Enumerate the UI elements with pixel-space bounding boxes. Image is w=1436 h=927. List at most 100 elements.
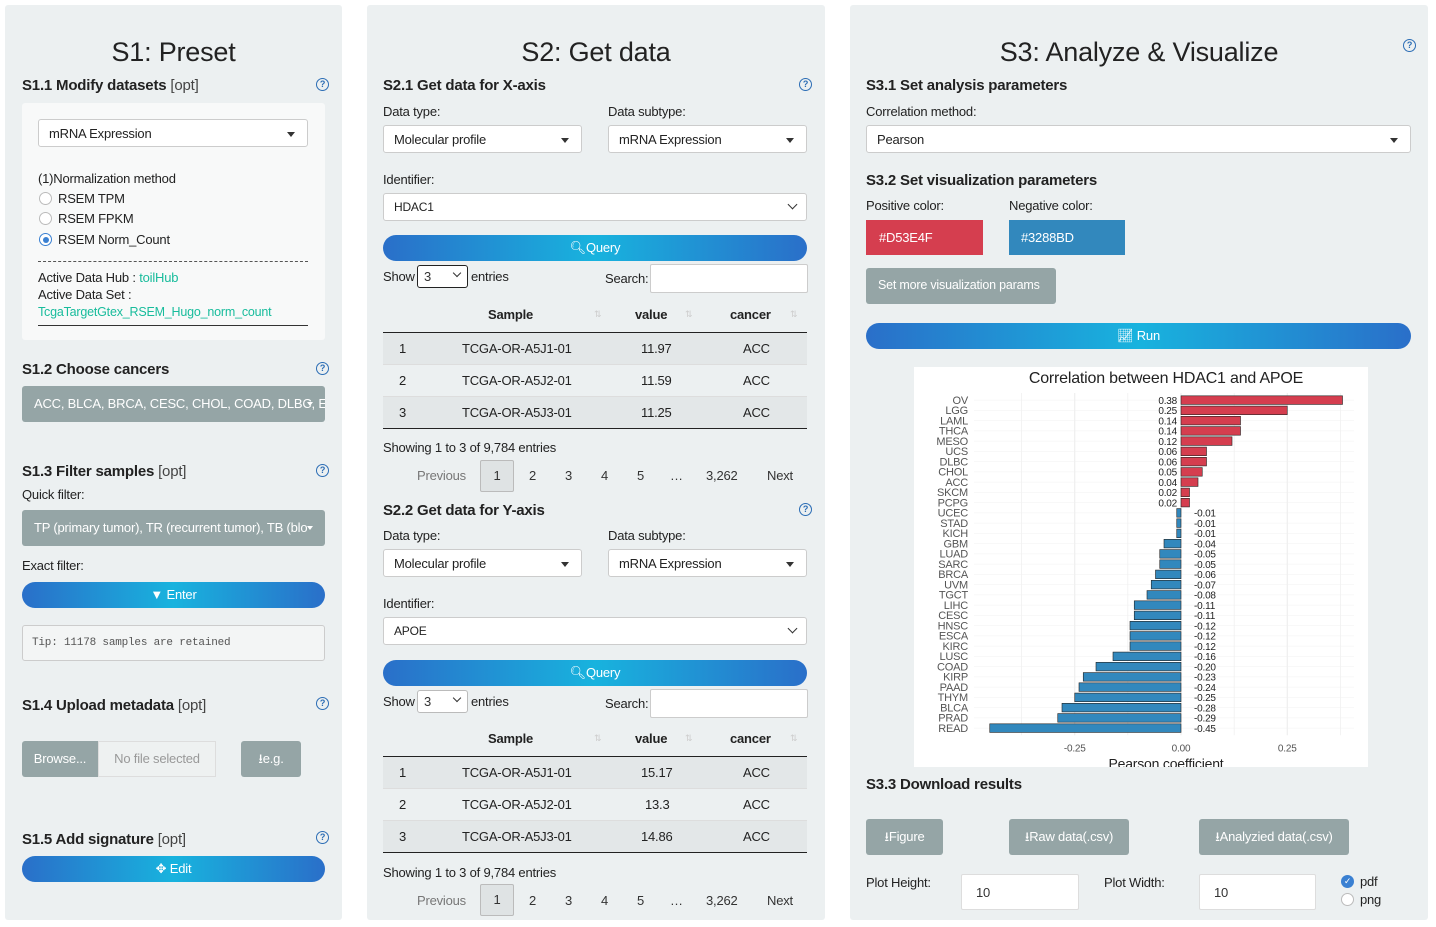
- y-data-type-select[interactable]: Molecular profile: [383, 549, 582, 577]
- table-row[interactable]: 3 TCGA-OR-A5J3-01 14.86 ACC: [383, 820, 807, 852]
- cancer-select[interactable]: ACC, BLCA, BRCA, CESC, CHOL, COAD, DLBC,…: [22, 386, 325, 422]
- edit-signature-button[interactable]: ✥ Edit: [22, 856, 325, 882]
- y-page-2[interactable]: 2: [529, 893, 536, 908]
- more-visualization-params-button[interactable]: Set more visualization params: [866, 268, 1056, 304]
- x-page-last[interactable]: 3,262: [706, 468, 738, 483]
- negative-color-label: Negative color:: [1009, 198, 1093, 213]
- x-page-1[interactable]: 1: [480, 460, 514, 492]
- y-query-button[interactable]: 🔍︎Query: [383, 660, 807, 686]
- plot-width-input[interactable]: 10: [1199, 874, 1316, 910]
- y-page-next[interactable]: Next: [767, 893, 793, 908]
- enter-button[interactable]: ▼ Enter: [22, 582, 325, 608]
- y-page-4[interactable]: 4: [601, 893, 608, 908]
- col-cancer[interactable]: cancer: [730, 307, 771, 322]
- table-row[interactable]: 2 TCGA-OR-A5J2-01 13.3 ACC: [383, 788, 807, 820]
- y-search-input[interactable]: [650, 689, 808, 718]
- x-page-2[interactable]: 2: [529, 468, 536, 483]
- data-type-label: Data type:: [383, 528, 441, 543]
- sort-icon[interactable]: ⇅: [685, 733, 693, 744]
- table-row[interactable]: 2 TCGA-OR-A5J2-01 11.59 ACC: [383, 364, 807, 396]
- active-set-label: Active Data Set :: [38, 287, 132, 302]
- y-page-previous[interactable]: Previous: [417, 893, 466, 908]
- example-download-button[interactable]: ⭳e.g.: [241, 741, 301, 777]
- y-page-3[interactable]: 3: [565, 893, 572, 908]
- bar-thym: [1074, 692, 1182, 702]
- bar-coad: [1095, 662, 1182, 672]
- col-value[interactable]: value: [635, 731, 667, 746]
- plot-height-input[interactable]: 10: [961, 874, 1079, 910]
- x-page-next[interactable]: Next: [767, 468, 793, 483]
- help-icon[interactable]: ?: [316, 831, 329, 844]
- help-icon[interactable]: ?: [316, 697, 329, 710]
- col-sample[interactable]: Sample: [488, 731, 533, 746]
- y-entries-select[interactable]: 3: [417, 690, 468, 713]
- col-value[interactable]: value: [635, 307, 667, 322]
- quick-filter-select[interactable]: TP (primary tumor), TR (recurrent tumor)…: [22, 510, 325, 546]
- sort-icon[interactable]: ⇅: [594, 733, 602, 744]
- sort-icon[interactable]: ⇅: [790, 733, 798, 744]
- col-cancer[interactable]: cancer: [730, 731, 771, 746]
- x-page-4[interactable]: 4: [601, 468, 608, 483]
- radio-rsem-tpm[interactable]: [39, 192, 52, 205]
- col-sample[interactable]: Sample: [488, 307, 533, 322]
- x-query-button[interactable]: 🔍︎Query: [383, 235, 807, 261]
- section-title-y-axis: S2.2 Get data for Y-axis: [383, 502, 545, 519]
- checkbox-pdf[interactable]: ✓: [1341, 875, 1354, 888]
- table-row[interactable]: 3 TCGA-OR-A5J3-01 11.25 ACC: [383, 396, 807, 428]
- active-set-link[interactable]: TcgaTargetGtex_RSEM_Hugo_norm_count: [38, 305, 272, 319]
- normalization-label: (1)Normalization method: [38, 171, 176, 186]
- bar-kich: [1176, 528, 1182, 538]
- bar-lihc: [1133, 600, 1182, 610]
- y-page-5[interactable]: 5: [637, 893, 644, 908]
- radio-label: RSEM FPKM: [58, 211, 134, 226]
- y-identifier-select[interactable]: APOE: [383, 617, 807, 645]
- correlation-method-select[interactable]: Pearson: [866, 125, 1411, 153]
- checkbox-png[interactable]: [1341, 893, 1354, 906]
- x-entries-select[interactable]: 3: [417, 265, 468, 288]
- x-page-3[interactable]: 3: [565, 468, 572, 483]
- x-page-5[interactable]: 5: [637, 468, 644, 483]
- x-page-previous[interactable]: Previous: [417, 468, 466, 483]
- help-icon[interactable]: ?: [316, 78, 329, 91]
- download-figure-button[interactable]: ⭳Figure: [866, 819, 943, 855]
- download-analyzed-data-button[interactable]: ⭳Analyzied data(.csv): [1199, 819, 1349, 855]
- section-title-download: S3.3 Download results: [866, 776, 1022, 793]
- table-row[interactable]: 1 TCGA-OR-A5J1-01 15.17 ACC: [383, 756, 807, 788]
- divider: [38, 261, 308, 262]
- y-data-subtype-select[interactable]: mRNA Expression: [608, 549, 807, 577]
- run-button[interactable]: 📈︎ Run: [866, 323, 1411, 349]
- radio-rsem-fpkm[interactable]: [39, 212, 52, 225]
- table-row[interactable]: 1 TCGA-OR-A5J1-01 11.97 ACC: [383, 332, 807, 364]
- radio-rsem-norm-count[interactable]: [39, 233, 52, 246]
- help-icon[interactable]: ?: [316, 464, 329, 477]
- help-icon[interactable]: ?: [1403, 39, 1416, 52]
- sort-icon[interactable]: ⇅: [790, 309, 798, 320]
- bar-hnsc: [1129, 621, 1182, 631]
- search-icon: 🔍︎: [569, 665, 587, 680]
- negative-color-input[interactable]: #3288BD: [1009, 220, 1125, 255]
- bar-cesc: [1133, 610, 1182, 620]
- download-raw-data-button[interactable]: ⭳Raw data(.csv): [1009, 819, 1129, 855]
- x-identifier-select[interactable]: HDAC1: [383, 193, 807, 221]
- bar-ov: [1180, 395, 1343, 405]
- positive-color-input[interactable]: #D53E4F: [866, 220, 983, 255]
- y-page-ellipsis: …: [670, 893, 683, 908]
- panel-preset: S1: Preset S1.1 Modify datasets [opt] ? …: [5, 5, 342, 920]
- browse-button[interactable]: Browse...: [22, 741, 98, 777]
- help-icon[interactable]: ?: [799, 503, 812, 516]
- value-label: 0.02: [1158, 498, 1177, 509]
- bar-luad: [1159, 549, 1182, 559]
- x-data-subtype-select[interactable]: mRNA Expression: [608, 125, 807, 153]
- x-data-type-select[interactable]: Molecular profile: [383, 125, 582, 153]
- help-icon[interactable]: ?: [316, 362, 329, 375]
- y-page-last[interactable]: 3,262: [706, 893, 738, 908]
- sort-icon[interactable]: ⇅: [685, 309, 693, 320]
- dataset-select[interactable]: mRNA Expression: [38, 119, 308, 147]
- bar-kirp: [1082, 672, 1182, 682]
- bar-ucec: [1176, 508, 1182, 518]
- x-search-input[interactable]: [650, 264, 808, 293]
- y-page-1[interactable]: 1: [480, 884, 514, 916]
- help-icon[interactable]: ?: [799, 78, 812, 91]
- table-bottom-border: [383, 428, 807, 429]
- sort-icon[interactable]: ⇅: [594, 309, 602, 320]
